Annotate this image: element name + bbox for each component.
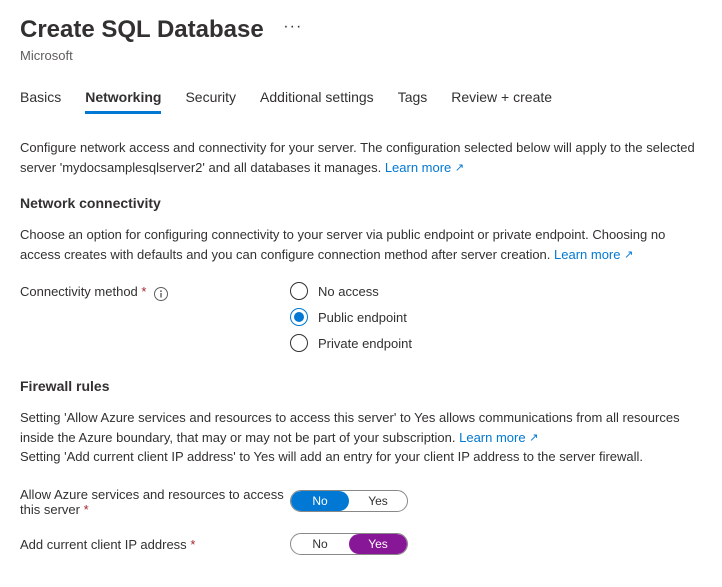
intro-text: Configure network access and connectivit… [20,140,695,175]
page-header: Create SQL Database ··· Microsoft [20,16,702,63]
add-client-ip-toggle[interactable]: No Yes [290,533,408,555]
tab-basics[interactable]: Basics [20,83,61,114]
connectivity-description: Choose an option for configuring connect… [20,225,702,264]
info-icon[interactable] [154,287,168,301]
allow-azure-field: Allow Azure services and resources to ac… [20,485,702,517]
external-link-icon: ↗ [455,162,464,174]
radio-private-endpoint[interactable]: Private endpoint [290,334,412,352]
firewall-desc1: Setting 'Allow Azure services and resour… [20,410,680,445]
tab-networking[interactable]: Networking [85,83,161,114]
allow-azure-toggle[interactable]: No Yes [290,490,408,512]
section-title-connectivity: Network connectivity [20,195,702,211]
connectivity-learn-more-link[interactable]: Learn more ↗ [554,247,633,262]
radio-public-endpoint[interactable]: Public endpoint [290,308,412,326]
toggle-option-yes[interactable]: Yes [349,491,407,511]
radio-icon [290,282,308,300]
allow-azure-label: Allow Azure services and resources to ac… [20,485,290,517]
radio-label: Private endpoint [318,336,412,351]
external-link-icon: ↗ [624,249,633,261]
required-indicator: * [190,537,195,552]
add-client-ip-field: Add current client IP address * No Yes [20,533,702,555]
radio-no-access[interactable]: No access [290,282,412,300]
connectivity-method-field: Connectivity method * No access Public e… [20,282,702,352]
firewall-description: Setting 'Allow Azure services and resour… [20,408,702,467]
radio-label: No access [318,284,379,299]
intro-learn-more-link[interactable]: Learn more ↗ [385,160,464,175]
tab-tags[interactable]: Tags [398,83,428,114]
section-title-firewall: Firewall rules [20,378,702,394]
tab-additional-settings[interactable]: Additional settings [260,83,374,114]
firewall-desc2: Setting 'Add current client IP address' … [20,449,643,464]
firewall-learn-more-link[interactable]: Learn more ↗ [459,430,538,445]
intro-description: Configure network access and connectivit… [20,138,702,177]
connectivity-method-label: Connectivity method * [20,282,290,301]
required-indicator: * [141,284,146,299]
page-subtitle: Microsoft [20,48,702,63]
connectivity-method-radio-group: No access Public endpoint Private endpoi… [290,282,412,352]
external-link-icon: ↗ [529,432,538,444]
required-indicator: * [84,502,89,517]
add-client-ip-label: Add current client IP address * [20,535,290,552]
tab-review-create[interactable]: Review + create [451,83,552,114]
tab-security[interactable]: Security [185,83,236,114]
toggle-option-no[interactable]: No [291,491,349,511]
wizard-tabs: Basics Networking Security Additional se… [20,83,702,114]
page-title: Create SQL Database [20,16,264,43]
more-actions-icon[interactable]: ··· [283,18,302,35]
radio-label: Public endpoint [318,310,407,325]
radio-icon [290,334,308,352]
radio-icon [290,308,308,326]
